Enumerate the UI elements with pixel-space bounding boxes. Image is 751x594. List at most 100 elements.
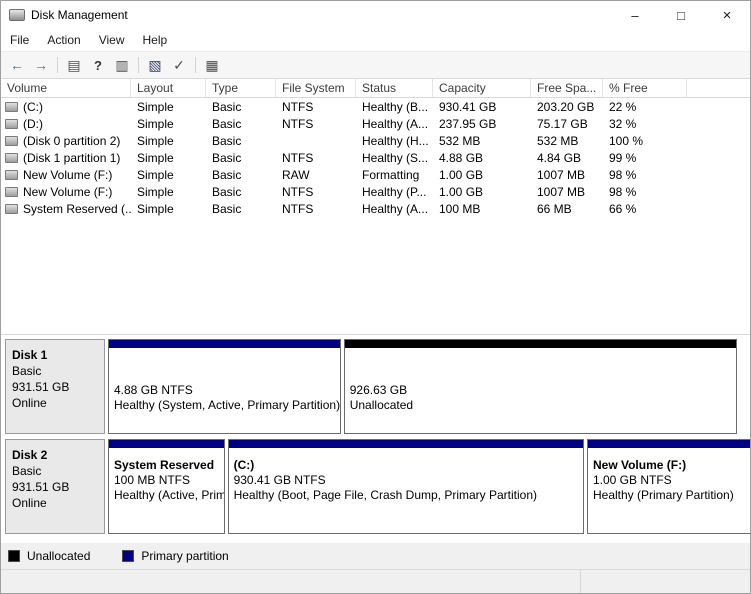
- disk-2-row: Disk 2 Basic 931.51 GB Online System Res…: [5, 439, 750, 534]
- status-bar-left: [1, 570, 580, 593]
- layout-cell: Simple: [137, 116, 174, 131]
- console-tree-icon[interactable]: ▤: [62, 54, 86, 76]
- unallocated-swatch: [8, 550, 20, 562]
- volume-row-disk0-part2[interactable]: (Disk 0 partition 2) Simple Basic Health…: [1, 132, 750, 149]
- status-bar: [1, 569, 750, 593]
- disk-name: Disk 2: [12, 448, 48, 462]
- volume-name-cell: (D:): [1, 117, 131, 131]
- capacity-cell: 930.41 GB: [439, 99, 497, 114]
- volume-row-disk1-part1[interactable]: (Disk 1 partition 1) Simple Basic NTFS H…: [1, 149, 750, 166]
- menu-help[interactable]: Help: [134, 29, 177, 51]
- volume-name: System Reserved (...: [23, 201, 131, 216]
- volume-name: (D:): [23, 116, 43, 131]
- toolbar-separator: [195, 57, 196, 73]
- file-system-cell: NTFS: [282, 201, 314, 216]
- disk1-partition-ntfs[interactable]: 4.88 GB NTFS Healthy (System, Active, Pr…: [108, 339, 341, 434]
- menu-bar: File Action View Help: [1, 29, 750, 51]
- column-header-status[interactable]: Status: [356, 79, 433, 97]
- partition-color-bar: [344, 340, 736, 348]
- layout-cell: Simple: [137, 150, 174, 165]
- export-list-icon[interactable]: ▥: [110, 54, 134, 76]
- pct-free-cell: 66 %: [609, 201, 637, 216]
- volume-icon: [5, 152, 18, 163]
- menu-view[interactable]: View: [90, 29, 134, 51]
- partition-status: Healthy (Primary Partition): [592, 488, 734, 502]
- forward-icon[interactable]: →: [29, 54, 53, 76]
- disk-kind: Basic: [12, 364, 42, 378]
- volume-name-cell: System Reserved (...: [1, 202, 131, 216]
- disk2-partition-system-reserved[interactable]: System Reserved 100 MB NTFS Healthy (Act…: [108, 439, 225, 534]
- volume-icon: [5, 118, 18, 129]
- column-header-layout[interactable]: Layout: [131, 79, 206, 97]
- layout-cell: Simple: [137, 184, 174, 199]
- partition-title: [114, 368, 335, 383]
- partition-title: (C:): [233, 458, 255, 472]
- legend-bar: Unallocated Primary partition: [1, 543, 750, 569]
- volume-name-cell: (Disk 0 partition 2): [1, 134, 131, 148]
- status-cell: Healthy (P...: [362, 184, 427, 199]
- legend-label: Primary partition: [141, 549, 229, 563]
- close-button[interactable]: ×: [704, 1, 750, 29]
- volume-row-new-volume-ntfs[interactable]: New Volume (F:) Simple Basic NTFS Health…: [1, 183, 750, 200]
- app-icon[interactable]: [9, 9, 25, 21]
- column-header-capacity[interactable]: Capacity: [433, 79, 531, 97]
- disk1-partition-unallocated[interactable]: 926.63 GB Unallocated: [343, 339, 737, 434]
- disk-2-info-panel[interactable]: Disk 2 Basic 931.51 GB Online: [5, 439, 105, 534]
- partition-capacity: 930.41 GB NTFS: [233, 473, 326, 487]
- menu-file[interactable]: File: [1, 29, 38, 51]
- volume-list-header: Volume Layout Type File System Status Ca…: [1, 79, 750, 98]
- free-space-cell: 203.20 GB: [537, 99, 595, 114]
- minimize-button[interactable]: –: [612, 1, 658, 29]
- volume-list-pane: Volume Layout Type File System Status Ca…: [1, 79, 750, 334]
- column-header-free-space[interactable]: Free Spa...: [531, 79, 603, 97]
- free-space-cell: 1007 MB: [537, 184, 586, 199]
- capacity-cell: 100 MB: [439, 201, 481, 216]
- volume-row-c[interactable]: (C:) Simple Basic NTFS Healthy (B... 930…: [1, 98, 750, 115]
- status-cell: Healthy (A...: [362, 201, 429, 216]
- type-cell: Basic: [212, 133, 242, 148]
- free-space-cell: 4.84 GB: [537, 150, 582, 165]
- disk-1-partitions: 4.88 GB NTFS Healthy (System, Active, Pr…: [108, 339, 737, 434]
- partition-status: Healthy (Boot, Page File, Crash Dump, Pr…: [233, 488, 538, 502]
- volume-row-new-volume-raw[interactable]: New Volume (F:) Simple Basic RAW Formatt…: [1, 166, 750, 183]
- check-disk-icon[interactable]: ✓: [167, 54, 191, 76]
- volume-icon: [5, 169, 18, 180]
- action-pane-icon[interactable]: ▧: [143, 54, 167, 76]
- toolbar-separator: [138, 57, 139, 73]
- file-system-cell: RAW: [282, 167, 310, 182]
- back-icon[interactable]: ←: [5, 54, 29, 76]
- disk-management-window: Disk Management – □ × File Action View H…: [0, 0, 751, 594]
- volume-name: New Volume (F:): [23, 184, 113, 199]
- disk-size: 931.51 GB: [12, 480, 70, 494]
- column-header-file-system[interactable]: File System: [276, 79, 356, 97]
- type-cell: Basic: [212, 184, 242, 199]
- capacity-cell: 532 MB: [439, 133, 481, 148]
- primary-partition-swatch: [122, 550, 135, 562]
- volume-row-system-reserved[interactable]: System Reserved (... Simple Basic NTFS H…: [1, 200, 750, 217]
- volume-row-d[interactable]: (D:) Simple Basic NTFS Healthy (A... 237…: [1, 115, 750, 132]
- capacity-cell: 1.00 GB: [439, 167, 484, 182]
- legend-item-primary-partition: Primary partition: [122, 549, 229, 563]
- free-space-cell: 75.17 GB: [537, 116, 588, 131]
- capacity-cell: 4.88 GB: [439, 150, 484, 165]
- disk-1-info-panel[interactable]: Disk 1 Basic 931.51 GB Online: [5, 339, 105, 434]
- partition-capacity: 926.63 GB: [349, 383, 408, 397]
- disk2-partition-c[interactable]: (C:) 930.41 GB NTFS Healthy (Boot, Page …: [227, 439, 584, 534]
- menu-action[interactable]: Action: [38, 29, 89, 51]
- column-header-pct-free[interactable]: % Free: [603, 79, 687, 97]
- help-icon[interactable]: ?: [86, 54, 110, 76]
- disk2-partition-new-volume-f[interactable]: New Volume (F:) 1.00 GB NTFS Healthy (Pr…: [586, 439, 750, 534]
- capacity-cell: 237.95 GB: [439, 116, 497, 131]
- disk-status: Online: [12, 496, 47, 510]
- volume-icon: [5, 186, 18, 197]
- disk-name: Disk 1: [12, 348, 48, 362]
- pct-free-cell: 99 %: [609, 150, 637, 165]
- volume-icon: [5, 101, 18, 112]
- disk-kind: Basic: [12, 464, 42, 478]
- file-system-cell: NTFS: [282, 99, 314, 114]
- file-system-cell: NTFS: [282, 184, 314, 199]
- column-header-volume[interactable]: Volume: [1, 79, 131, 97]
- properties-icon[interactable]: ▦: [200, 54, 224, 76]
- maximize-button[interactable]: □: [658, 1, 704, 29]
- column-header-type[interactable]: Type: [206, 79, 276, 97]
